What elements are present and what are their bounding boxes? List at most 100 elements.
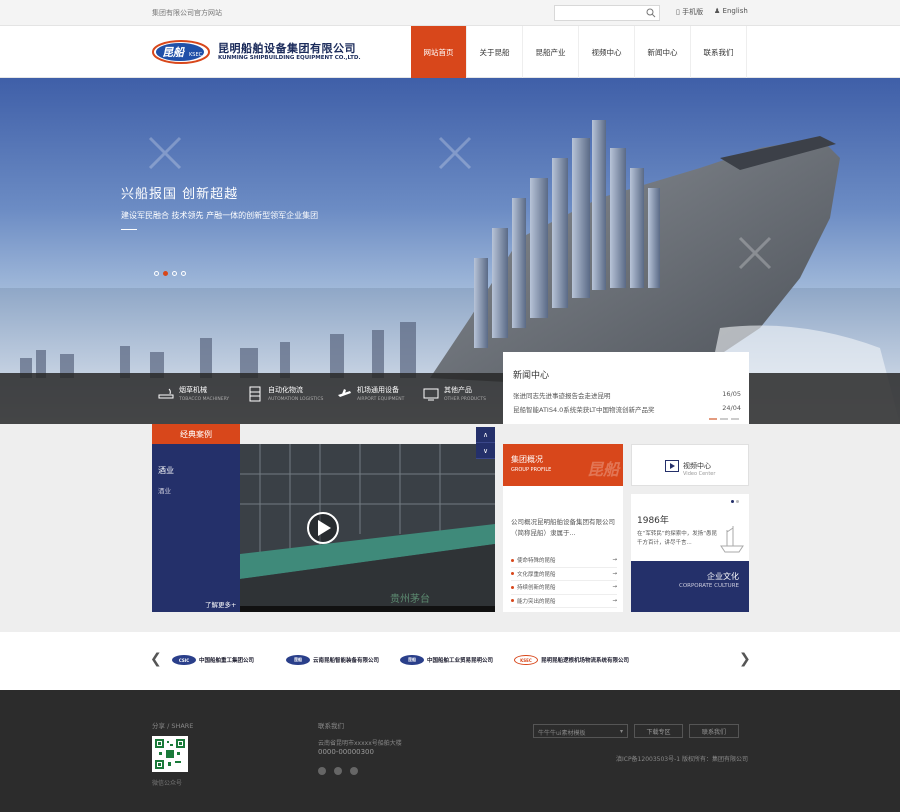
- partner-logo[interactable]: KSEC 昆明昆船逻根机场物流系统有限公司: [514, 655, 629, 665]
- icp-copyright: 滇ICP备12003503号-1 版权所有：集团有限公司: [615, 756, 748, 763]
- airplane-icon: [338, 388, 351, 397]
- qr-code-icon: [155, 739, 185, 769]
- history-year: 1986年: [637, 516, 669, 526]
- profile-link-label: 能力突出的昆船: [517, 598, 556, 605]
- chevron-down-icon[interactable]: ∨: [476, 443, 495, 459]
- profile-link-label: 使命特殊的昆船: [517, 558, 556, 565]
- cases-tab[interactable]: 经典案例: [152, 424, 240, 444]
- industry-airport[interactable]: 机场通用设备 AIRPORT EQUIPMENT: [336, 385, 404, 402]
- weibo-icon[interactable]: [350, 767, 358, 775]
- industry-name: 其他产品: [444, 386, 472, 394]
- partner-logo[interactable]: 昆船 云南昆船智能装备有限公司: [286, 655, 379, 665]
- history-slide-indicators: [731, 500, 739, 503]
- contact-phone: 0000-00000300: [318, 748, 374, 756]
- video-center-card[interactable]: 视频中心 Video Center: [631, 444, 749, 486]
- nav-home[interactable]: 网站首页: [411, 26, 467, 78]
- search-box[interactable]: [554, 5, 660, 21]
- banner-headline: 兴船报国 创新超越: [121, 187, 239, 202]
- search-input[interactable]: [555, 6, 643, 20]
- news-panel: 新闻中心 张进同志先进事迹报告会走进昆明 16/05 昆船智能ATIS4.0系统…: [503, 352, 749, 424]
- bullet-icon: [511, 572, 514, 576]
- logo[interactable]: 昆船 KSEC 昆明船舶设备集团有限公司 KUNMING SHIPBUILDIN…: [152, 38, 361, 66]
- profile-link[interactable]: 持续创新的昆船 →: [511, 581, 617, 595]
- nav-contact[interactable]: 联系我们: [691, 26, 747, 78]
- news-dot[interactable]: [720, 418, 728, 420]
- case-category[interactable]: 酒业: [158, 465, 174, 476]
- news-item[interactable]: 张进同志先进事迹报告会走进昆明 16/05: [513, 390, 741, 400]
- video-center-title: 视频中心: [683, 462, 711, 470]
- industry-name-en: AIRPORT EQUIPMENT: [357, 397, 405, 402]
- industry-logistics[interactable]: 自动化物流 AUTOMATION LOGISTICS: [247, 385, 323, 402]
- news-item-text[interactable]: 张进同志先进事迹报告会走进昆明: [513, 390, 611, 400]
- user-icon: ♟: [714, 7, 721, 15]
- news-item-date: 24/04: [722, 404, 741, 412]
- banner-subline: 建设军民融合 技术领先 产融一体的创新型领军企业集团: [121, 211, 319, 220]
- news-dot[interactable]: [731, 418, 739, 420]
- industry-name: 机场通用设备: [357, 386, 399, 394]
- profile-link[interactable]: 能力突出的昆船 →: [511, 595, 617, 608]
- industry-other[interactable]: 其他产品 OTHER PRODUCTS: [423, 385, 486, 402]
- hero-banner: 兴船报国 创新超越 建设军民融合 技术领先 产融一体的创新型领军企业集团 烟草机…: [0, 78, 900, 424]
- wechat-icon[interactable]: [334, 767, 342, 775]
- news-dot-active[interactable]: [709, 418, 717, 420]
- svg-text:KSEC: KSEC: [189, 52, 203, 58]
- ship-sketch-icon: [720, 526, 744, 553]
- download-button[interactable]: 下载专区: [634, 724, 683, 738]
- nav-news[interactable]: 新闻中心: [635, 26, 691, 78]
- warehouse-icon: [249, 386, 261, 401]
- qq-icon[interactable]: [318, 767, 326, 775]
- mobile-label: 手机版: [682, 8, 704, 16]
- chevron-up-icon[interactable]: ∧: [476, 427, 495, 443]
- group-profile-card: 集团概况 GROUP PROFILE 昆船 公司概况昆明船舶设备集团有限公司（简…: [503, 444, 623, 612]
- nav-industry[interactable]: 昆船产业: [523, 26, 579, 78]
- monitor-icon: [423, 388, 439, 400]
- english-link[interactable]: ♟ English: [714, 7, 748, 15]
- industry-name-en: AUTOMATION LOGISTICS: [268, 397, 324, 402]
- culture-card[interactable]: 企业文化 CORPORATE CULTURE: [631, 561, 749, 612]
- header: 昆船 KSEC 昆明船舶设备集团有限公司 KUNMING SHIPBUILDIN…: [0, 26, 900, 78]
- slide-dot[interactable]: [154, 271, 159, 276]
- mobile-version-link[interactable]: ▯ 手机版: [676, 7, 703, 17]
- slide-dot[interactable]: [172, 271, 177, 276]
- news-item-text[interactable]: 昆船智能ATIS4.0系统荣获LT中国物流创新产品奖: [513, 404, 655, 414]
- profile-header[interactable]: 集团概况 GROUP PROFILE 昆船: [503, 444, 623, 486]
- news-item[interactable]: 昆船智能ATIS4.0系统荣获LT中国物流创新产品奖 24/04: [513, 404, 741, 414]
- partner-name: 昆明昆船逻根机场物流系统有限公司: [541, 658, 630, 664]
- history-card[interactable]: 1986年 在“军转民”的探索中，发扬“愚昆千方百计，讲尽千言...: [631, 494, 749, 561]
- contact-button[interactable]: 联系我们: [689, 724, 739, 738]
- partner-logo[interactable]: CSIC 中国船舶重工集团公司: [172, 655, 254, 665]
- phone-icon: ▯: [676, 8, 680, 16]
- industry-tobacco[interactable]: 烟草机械 TOBACCO MACHINERY: [158, 385, 229, 402]
- history-dot-active[interactable]: [731, 500, 734, 503]
- logo-company-name-en: KUNMING SHIPBUILDING EQUIPMENT CO.,LTD.: [218, 55, 361, 61]
- slide-dot[interactable]: [181, 271, 186, 276]
- search-icon[interactable]: [646, 8, 656, 18]
- play-box-icon: [665, 460, 679, 472]
- qr-caption: 微信公众号: [152, 780, 183, 787]
- factory-video-frame: [240, 444, 495, 612]
- english-label: English: [722, 7, 748, 15]
- template-select[interactable]: 牛牛牛ui素材模板 ▾: [533, 724, 628, 738]
- partner-name: 中国船舶工业贸易昆明公司: [427, 658, 494, 664]
- culture-title: 企业文化: [707, 572, 739, 581]
- right-column: 视频中心 Video Center 1986年 在“军转民”的探索中，发扬“愚昆…: [631, 444, 749, 612]
- slide-dot-active[interactable]: [163, 271, 168, 276]
- chevron-left-icon[interactable]: ❮: [150, 651, 162, 667]
- case-subcategory[interactable]: 酒业: [158, 485, 171, 495]
- nav-about[interactable]: 关于昆船: [467, 26, 523, 78]
- partner-logo[interactable]: 昆船 中国船舶工业贸易昆明公司: [400, 655, 493, 665]
- nav-video[interactable]: 视频中心: [579, 26, 635, 78]
- learn-more-link[interactable]: 了解更多+: [205, 599, 236, 609]
- qr-code: [152, 736, 188, 772]
- profile-watermark: 昆船: [586, 460, 619, 479]
- case-video-player[interactable]: 贵州茅台: [240, 444, 495, 612]
- history-dot[interactable]: [736, 500, 739, 503]
- chevron-right-icon[interactable]: ❯: [739, 651, 751, 667]
- partner-mark: 昆船: [286, 655, 310, 665]
- profile-description: 公司概况昆明船舶设备集团有限公司（简称昆船）隶属于...: [511, 518, 615, 537]
- profile-link[interactable]: 文化厚重的昆船 →: [511, 568, 617, 581]
- profile-link-label: 持续创新的昆船: [517, 585, 556, 592]
- logo-mark-icon: 昆船 KSEC: [152, 40, 210, 64]
- profile-link[interactable]: 使命特殊的昆船 →: [511, 554, 617, 568]
- bullet-icon: [511, 585, 514, 589]
